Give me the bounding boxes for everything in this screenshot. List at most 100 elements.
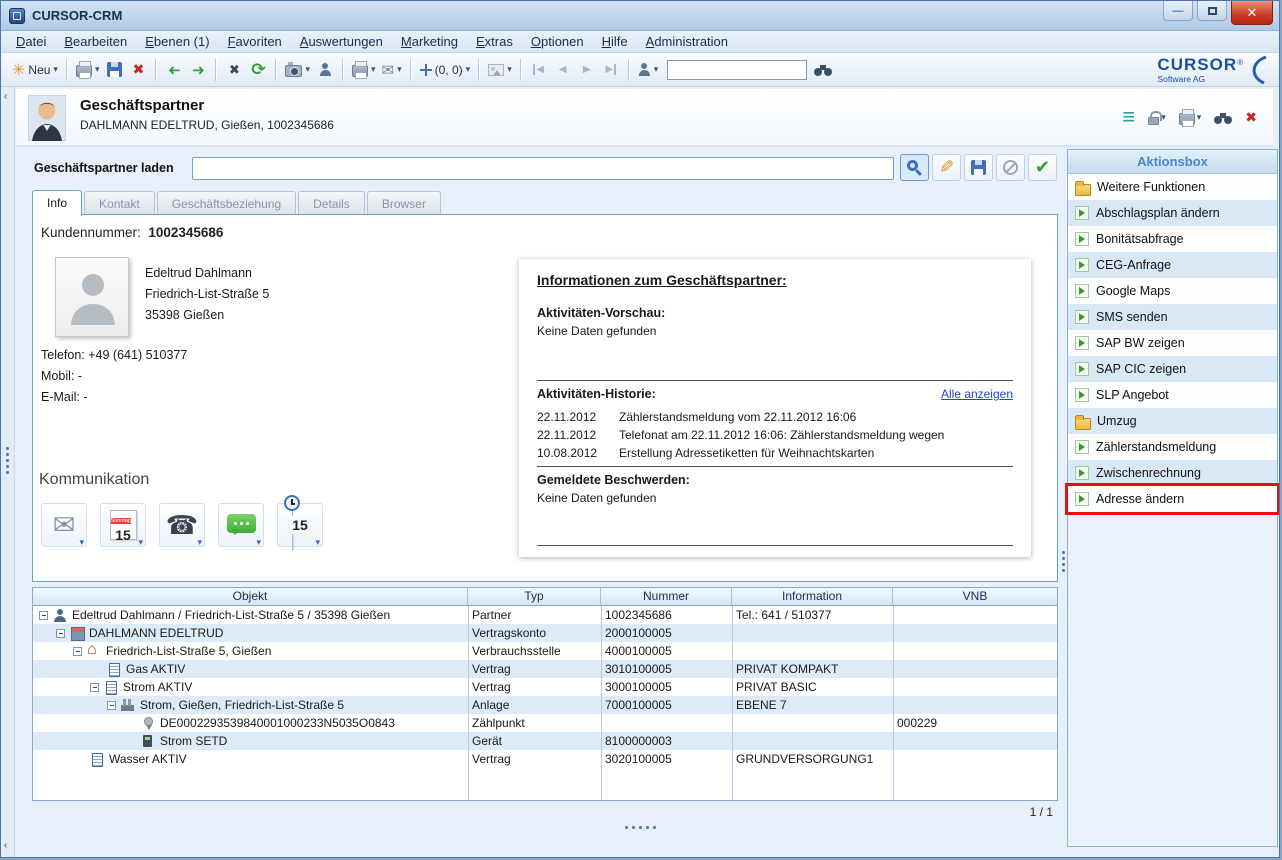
aktionsbox-item[interactable]: Weitere Funktionen — [1068, 174, 1277, 200]
tree-expander[interactable] — [107, 701, 116, 710]
tree-expander[interactable] — [90, 683, 99, 692]
print-list-button[interactable] — [349, 57, 379, 83]
menu-item[interactable]: Auswertungen — [291, 31, 392, 52]
tree-expander[interactable] — [56, 629, 65, 638]
refresh-button[interactable] — [246, 57, 270, 83]
collapse-bottom-icon[interactable]: ‹ — [4, 840, 7, 851]
discard-button[interactable] — [996, 154, 1025, 181]
mail-button[interactable] — [379, 57, 405, 83]
nav-prev-button[interactable] — [551, 57, 575, 83]
aktionsbox-item[interactable]: SLP Angebot — [1068, 382, 1277, 408]
nav-first-button[interactable] — [527, 57, 551, 83]
menu-item[interactable]: Extras — [467, 31, 522, 52]
sms-comm-button[interactable] — [218, 503, 264, 547]
person-search-button[interactable] — [635, 57, 662, 83]
search-button[interactable] — [900, 154, 929, 181]
column-header-typ[interactable]: Typ — [468, 588, 601, 605]
dropdown-icon[interactable] — [79, 537, 84, 548]
menu-item[interactable]: Datei — [7, 31, 55, 52]
minimize-button[interactable]: — — [1163, 1, 1193, 21]
table-row[interactable]: Strom AKTIV Vertrag 3000100005 PRIVAT BA… — [33, 678, 1057, 696]
print-record-button[interactable] — [1179, 110, 1202, 125]
aktionsbox-item[interactable]: Adresse ändern — [1068, 486, 1277, 512]
dropdown-icon[interactable] — [197, 537, 202, 548]
list-view-button[interactable] — [1122, 104, 1135, 130]
find-button[interactable] — [811, 57, 835, 83]
menu-item[interactable]: Favoriten — [219, 31, 291, 52]
table-row[interactable]: Strom, Gießen, Friedrich-List-Straße 5 A… — [33, 696, 1057, 714]
aktionsbox-item[interactable]: SAP BW zeigen — [1068, 330, 1277, 356]
dropdown-icon[interactable] — [256, 537, 261, 548]
aktionsbox-item[interactable]: Google Maps — [1068, 278, 1277, 304]
table-row[interactable]: DAHLMANN EDELTRUD Vertragskonto 20001000… — [33, 624, 1057, 642]
email-comm-button[interactable] — [41, 503, 87, 547]
column-header-objekt[interactable]: Objekt — [33, 588, 468, 605]
edit-button[interactable] — [932, 154, 961, 181]
table-row[interactable]: DE0002293539840001000233N5035O0843 Zählp… — [33, 714, 1057, 732]
aktionsbox-item[interactable]: Abschlagsplan ändern — [1068, 200, 1277, 226]
menu-item[interactable]: Bearbeiten — [55, 31, 136, 52]
close-button[interactable]: ✕ — [1231, 1, 1273, 25]
appointment-comm-button[interactable]: Sonntag15 — [100, 503, 146, 547]
collapse-left-icon[interactable]: ‹ — [4, 91, 7, 102]
column-header-nummer[interactable]: Nummer — [601, 588, 732, 605]
aktionsbox-item[interactable]: Zählerstandsmeldung — [1068, 434, 1277, 460]
menu-item[interactable]: Hilfe — [593, 31, 637, 52]
quick-search-input[interactable] — [667, 60, 807, 80]
save-record-button[interactable] — [964, 154, 993, 181]
coords-button[interactable]: (0, 0) — [417, 57, 474, 83]
close-record-button[interactable] — [1245, 109, 1257, 126]
bottom-splitter-handle[interactable] — [1, 826, 1279, 829]
print-button[interactable] — [73, 57, 103, 83]
tab[interactable]: Geschäftsbeziehung — [157, 191, 296, 215]
sidebar-splitter[interactable] — [1060, 151, 1067, 851]
aktionsbox-item[interactable]: SMS senden — [1068, 304, 1277, 330]
aktionsbox-item[interactable]: Zwischenrechnung — [1068, 460, 1277, 486]
tree-expander[interactable] — [73, 647, 82, 656]
menu-item[interactable]: Administration — [637, 31, 737, 52]
save-button[interactable] — [102, 57, 126, 83]
camera-button[interactable] — [282, 57, 313, 83]
dropdown-icon[interactable] — [315, 537, 320, 548]
left-splitter-strip[interactable]: ‹ ‹ — [1, 87, 15, 857]
aktionsbox-item[interactable]: Umzug — [1068, 408, 1277, 434]
maximize-button[interactable] — [1197, 1, 1227, 21]
confirm-button[interactable] — [1028, 154, 1057, 181]
tree-expander[interactable] — [39, 611, 48, 620]
tab[interactable]: Kontakt — [84, 191, 155, 215]
task-comm-button[interactable]: 15 — [277, 503, 323, 547]
menu-item[interactable]: Marketing — [392, 31, 467, 52]
menu-item[interactable]: Optionen — [522, 31, 593, 52]
table-row[interactable]: Gas AKTIV Vertrag 3010100005 PRIVAT KOMP… — [33, 660, 1057, 678]
tab[interactable]: Details — [298, 191, 365, 215]
tab[interactable]: Browser — [367, 191, 441, 215]
delete-button[interactable] — [126, 57, 150, 83]
sidebar-splitter-handle[interactable] — [1062, 551, 1065, 572]
alle-anzeigen-link[interactable]: Alle anzeigen — [941, 387, 1013, 401]
lock-button[interactable] — [1148, 110, 1166, 125]
add-person-button[interactable] — [313, 57, 337, 83]
dropdown-icon[interactable] — [138, 537, 143, 548]
tab[interactable]: Info — [32, 190, 82, 216]
aktionsbox-item[interactable]: Bonitätsabfrage — [1068, 226, 1277, 252]
menu-item[interactable]: Ebenen (1) — [136, 31, 218, 52]
left-splitter-handle[interactable] — [6, 447, 9, 474]
new-button[interactable]: Neu — [9, 57, 61, 83]
aktionsbox-item[interactable]: SAP CIC zeigen — [1068, 356, 1277, 382]
column-header-vnb[interactable]: VNB — [893, 588, 1057, 605]
table-row[interactable]: Friedrich-List-Straße 5, Gießen Verbrauc… — [33, 642, 1057, 660]
aktionsbox-item[interactable]: CEG-Anfrage — [1068, 252, 1277, 278]
table-row[interactable]: Wasser AKTIV Vertrag 3020100005 GRUNDVER… — [33, 750, 1057, 768]
cancel-button[interactable] — [222, 57, 246, 83]
table-row[interactable]: Strom SETD Gerät 8100000003 — [33, 732, 1057, 750]
partner-load-input[interactable] — [192, 157, 894, 180]
image-button[interactable] — [485, 57, 515, 83]
nav-next-button[interactable] — [575, 57, 599, 83]
nav-last-button[interactable] — [599, 57, 623, 83]
column-header-information[interactable]: Information — [732, 588, 893, 605]
partner-search-button[interactable] — [1214, 111, 1232, 124]
table-row[interactable]: Edeltrud Dahlmann / Friedrich-List-Straß… — [33, 606, 1057, 624]
back-button[interactable] — [162, 57, 186, 83]
forward-button[interactable] — [186, 57, 210, 83]
phone-comm-button[interactable] — [159, 503, 205, 547]
